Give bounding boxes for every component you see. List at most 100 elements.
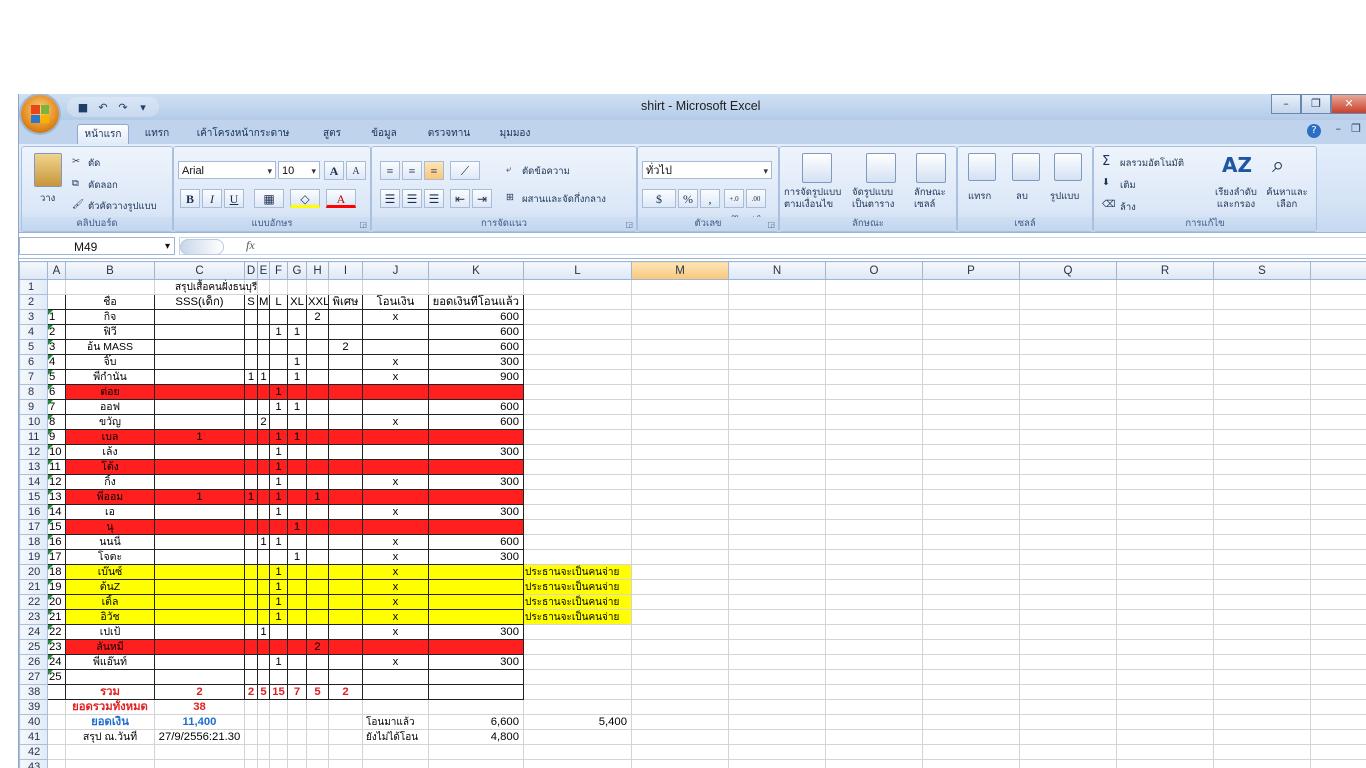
fill-color-icon[interactable]: ◇ — [290, 189, 320, 208]
cell[interactable] — [825, 639, 923, 655]
cell[interactable] — [257, 609, 270, 625]
cell[interactable]: เปเป้ — [65, 624, 155, 640]
cell[interactable] — [306, 459, 329, 475]
cell[interactable] — [922, 399, 1020, 415]
cell[interactable] — [328, 594, 363, 610]
cell[interactable] — [244, 624, 258, 640]
cell[interactable] — [631, 579, 729, 595]
cell[interactable]: 300 — [428, 624, 524, 640]
cell[interactable] — [728, 489, 826, 505]
cell[interactable]: 8 — [47, 414, 66, 430]
cell[interactable]: ชื่อ — [65, 294, 155, 310]
cell[interactable] — [244, 549, 258, 565]
cell[interactable] — [1019, 609, 1117, 625]
cell[interactable] — [306, 279, 329, 295]
cell[interactable] — [428, 669, 524, 685]
cell[interactable]: 300 — [428, 444, 524, 460]
cell[interactable] — [257, 444, 270, 460]
cell[interactable] — [65, 279, 155, 295]
cell[interactable] — [1310, 444, 1366, 460]
name-box[interactable]: M49 ▾ — [19, 237, 175, 255]
clear-icon[interactable]: ⌫ — [1102, 199, 1115, 210]
cell[interactable] — [257, 759, 270, 768]
row-header[interactable]: 6 — [19, 354, 48, 370]
column-header-M[interactable]: M — [631, 261, 729, 280]
cell[interactable] — [1116, 654, 1214, 670]
cell[interactable] — [328, 609, 363, 625]
cell[interactable]: 1 — [269, 504, 288, 520]
cell[interactable] — [922, 474, 1020, 490]
cell[interactable] — [1116, 429, 1214, 445]
row-header[interactable]: 1 — [19, 279, 48, 295]
cell[interactable] — [523, 324, 632, 340]
cell[interactable]: 2 — [47, 324, 66, 340]
cell[interactable] — [287, 744, 307, 760]
cell[interactable] — [523, 339, 632, 355]
cell[interactable] — [1310, 684, 1366, 700]
cell[interactable] — [1116, 444, 1214, 460]
cell[interactable] — [362, 699, 429, 715]
cell[interactable] — [1213, 729, 1311, 745]
alignment-dialog-icon[interactable]: ◲ — [625, 220, 633, 229]
cell[interactable] — [244, 309, 258, 325]
cell[interactable] — [154, 654, 245, 670]
cell[interactable]: ออฟ — [65, 399, 155, 415]
cell[interactable] — [306, 744, 329, 760]
cell[interactable]: 1 — [269, 489, 288, 505]
cell[interactable] — [257, 489, 270, 505]
cell[interactable]: ยอดเงิน — [65, 714, 155, 730]
cut-button[interactable]: ตัด — [88, 156, 100, 171]
cell[interactable] — [287, 714, 307, 730]
cell[interactable]: ฟิวี — [65, 324, 155, 340]
cell[interactable] — [306, 519, 329, 535]
cell[interactable] — [154, 324, 245, 340]
cell[interactable] — [269, 279, 288, 295]
find-select-button[interactable]: ค้นหาและ เลือก — [1262, 187, 1312, 211]
cell[interactable] — [1213, 744, 1311, 760]
column-header-Q[interactable]: Q — [1019, 261, 1117, 280]
cell[interactable] — [244, 609, 258, 625]
cell[interactable] — [269, 519, 288, 535]
column-header-R[interactable]: R — [1116, 261, 1214, 280]
row-header[interactable]: 10 — [19, 414, 48, 430]
cell[interactable] — [1019, 309, 1117, 325]
cell[interactable] — [1116, 549, 1214, 565]
cell[interactable] — [728, 579, 826, 595]
cell[interactable] — [1213, 624, 1311, 640]
cell[interactable]: S — [244, 294, 258, 310]
cell[interactable] — [523, 729, 632, 745]
cell[interactable] — [922, 564, 1020, 580]
cell[interactable] — [1310, 324, 1366, 340]
cell[interactable] — [825, 579, 923, 595]
cell[interactable] — [154, 414, 245, 430]
cell[interactable] — [257, 549, 270, 565]
cell[interactable] — [1213, 699, 1311, 715]
cell[interactable] — [728, 714, 826, 730]
cell[interactable] — [825, 609, 923, 625]
cell[interactable]: 5,400 — [523, 714, 632, 730]
cell[interactable]: 7 — [47, 399, 66, 415]
cell[interactable]: 1 — [306, 489, 329, 505]
cell[interactable] — [154, 594, 245, 610]
cell[interactable]: 1 — [244, 369, 258, 385]
cell[interactable] — [631, 594, 729, 610]
cell[interactable] — [428, 699, 524, 715]
cell[interactable]: 5 — [47, 369, 66, 385]
row-header[interactable]: 41 — [19, 729, 48, 745]
cell[interactable]: ประธานจะเป็นคนจ่าย — [523, 564, 632, 580]
cell[interactable] — [1213, 519, 1311, 535]
font-color-button[interactable]: A — [326, 189, 356, 208]
cell[interactable] — [728, 594, 826, 610]
cell[interactable]: 14 — [47, 504, 66, 520]
cell[interactable] — [1310, 564, 1366, 580]
cell[interactable] — [825, 594, 923, 610]
cell[interactable] — [1213, 714, 1311, 730]
cell[interactable] — [47, 684, 66, 700]
cell[interactable] — [1019, 669, 1117, 685]
grow-font-button[interactable]: A — [324, 161, 344, 180]
cell[interactable] — [306, 729, 329, 745]
cell[interactable]: 1 — [154, 489, 245, 505]
cell[interactable] — [362, 744, 429, 760]
cell[interactable] — [244, 759, 258, 768]
underline-button[interactable]: U — [224, 189, 244, 208]
